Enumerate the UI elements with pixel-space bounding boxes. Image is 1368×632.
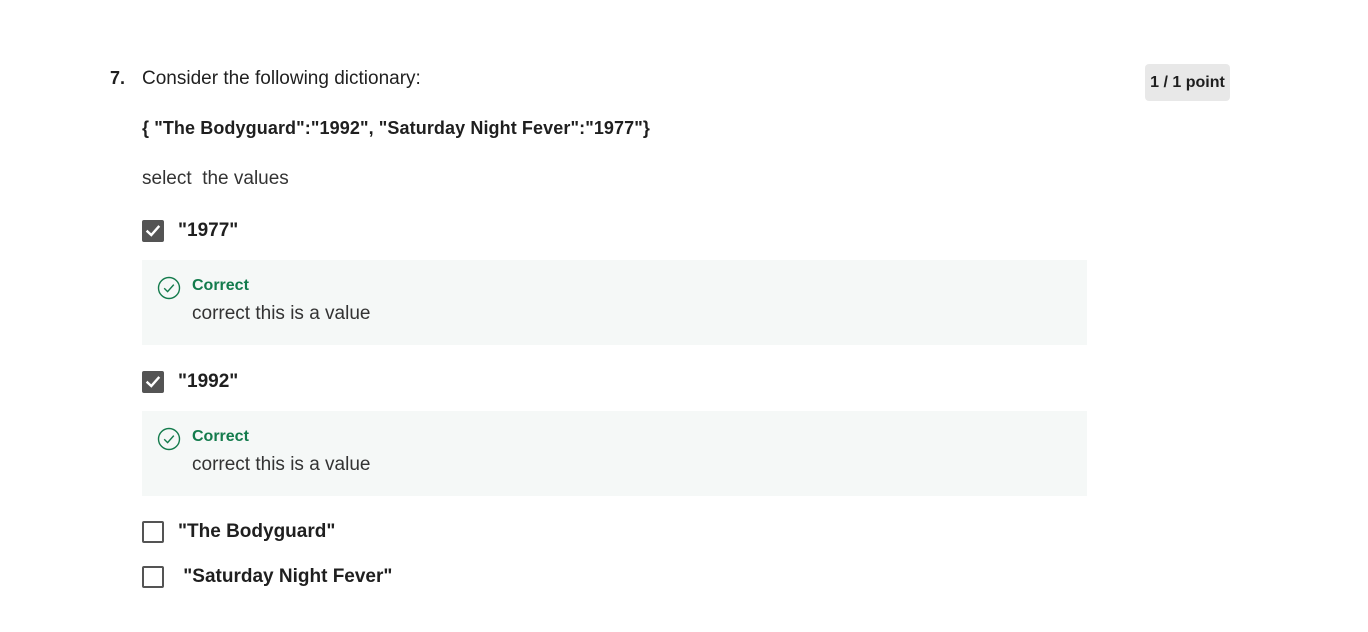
option-1977[interactable]: "1977" <box>142 219 238 243</box>
feedback-text: correct this is a value <box>192 454 371 475</box>
feedback-title: Correct <box>192 428 249 445</box>
option-the-bodyguard[interactable]: "The Bodyguard" <box>142 520 335 544</box>
dictionary-code: { "The Bodyguard":"1992", "Saturday Nigh… <box>142 118 651 138</box>
checkbox[interactable] <box>142 566 164 588</box>
feedback-panel: Correct correct this is a value <box>142 260 1087 345</box>
option-label: "The Bodyguard" <box>178 521 336 542</box>
check-circle-icon <box>157 427 181 451</box>
checkbox[interactable] <box>142 371 164 393</box>
checkbox[interactable] <box>142 220 164 242</box>
instruction-text: select the values <box>142 168 289 189</box>
checkbox[interactable] <box>142 521 164 543</box>
feedback-panel: Correct correct this is a value <box>142 411 1087 496</box>
check-circle-icon <box>157 276 181 300</box>
option-label: "1992" <box>178 371 239 392</box>
checkmark-icon <box>145 376 161 388</box>
option-label: "1977" <box>178 220 239 241</box>
score-badge: 1 / 1 point <box>1145 64 1230 101</box>
option-1992[interactable]: "1992" <box>142 370 238 394</box>
checkmark-icon <box>145 225 161 237</box>
option-label: "Saturday Night Fever" <box>178 566 393 587</box>
option-saturday-night-fever[interactable]: "Saturday Night Fever" <box>142 565 392 589</box>
feedback-text: correct this is a value <box>192 303 371 324</box>
question-prompt: Consider the following dictionary: <box>142 68 421 89</box>
feedback-title: Correct <box>192 277 249 294</box>
question-number: 7. <box>110 68 126 88</box>
